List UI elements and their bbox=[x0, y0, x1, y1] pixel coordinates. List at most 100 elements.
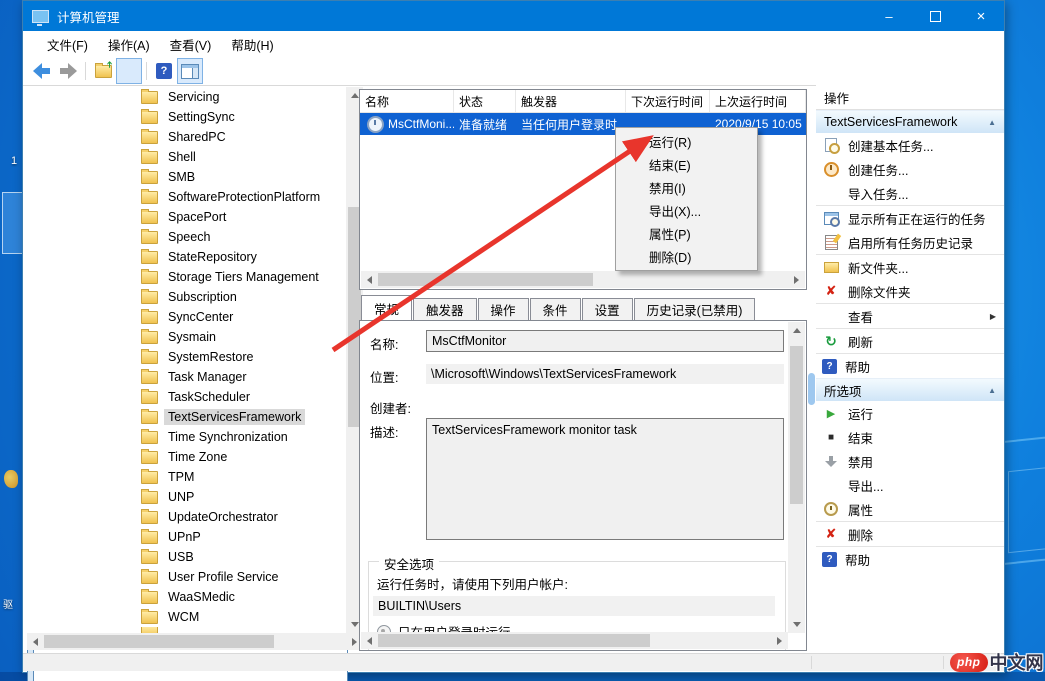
column-header[interactable]: 上次运行时间 bbox=[710, 90, 806, 112]
titlebar[interactable]: 计算机管理 – × bbox=[23, 1, 1004, 31]
tree-item[interactable]: TPM bbox=[27, 467, 346, 487]
column-header[interactable]: 触发器 bbox=[516, 90, 626, 112]
context-menu-item[interactable]: 禁用(I) bbox=[616, 176, 757, 199]
tree-item[interactable]: UpdateOrchestrator bbox=[27, 507, 346, 527]
description-field[interactable]: TextServicesFramework monitor task bbox=[426, 418, 784, 540]
tree-item[interactable]: User Profile Service bbox=[27, 567, 346, 587]
column-header[interactable]: 名称 bbox=[360, 90, 454, 112]
context-menu-item[interactable]: 运行(R) bbox=[616, 130, 757, 153]
properties-icon bbox=[822, 501, 840, 517]
action-item[interactable]: 创建基本任务... bbox=[816, 133, 1004, 157]
tree-item[interactable]: SyncCenter bbox=[27, 307, 346, 327]
context-menu-item[interactable]: 导出(X)... bbox=[616, 199, 757, 222]
collapse-arrow-icon[interactable]: ▲ bbox=[988, 118, 996, 127]
help-icon[interactable]: ? bbox=[151, 58, 177, 84]
folder-icon bbox=[141, 551, 158, 564]
show-console-tree-icon[interactable] bbox=[116, 58, 142, 84]
tree-item-label: WCM bbox=[164, 609, 203, 625]
task-list-horizontal-scrollbar[interactable] bbox=[361, 271, 805, 288]
tree-item[interactable]: WaaSMedic bbox=[27, 587, 346, 607]
action-item[interactable]: 新文件夹... bbox=[816, 254, 1004, 279]
tree-item[interactable]: Speech bbox=[27, 227, 346, 247]
menu-item[interactable]: 帮助(H) bbox=[221, 31, 283, 58]
forward-icon[interactable] bbox=[55, 58, 81, 84]
tree-item[interactable]: USB bbox=[27, 547, 346, 567]
new-folder-icon bbox=[822, 259, 840, 275]
menu-item[interactable]: 操作(A) bbox=[98, 31, 160, 58]
details-horizontal-scrollbar[interactable] bbox=[361, 632, 788, 649]
column-header[interactable]: 下次运行时间 bbox=[626, 90, 710, 112]
tab[interactable]: 常规 bbox=[361, 295, 412, 320]
action-item[interactable]: 帮助 bbox=[816, 546, 1004, 571]
actions-section-header[interactable]: TextServicesFramework ▲ bbox=[816, 110, 1004, 133]
details-vertical-scrollbar[interactable] bbox=[788, 322, 805, 633]
tree-item[interactable]: Servicing bbox=[27, 87, 346, 107]
pane-splitter-handle[interactable] bbox=[808, 373, 815, 405]
location-field[interactable]: \Microsoft\Windows\TextServicesFramework bbox=[426, 364, 784, 384]
close-button[interactable]: × bbox=[958, 1, 1004, 31]
tree-item[interactable]: StateRepository bbox=[27, 247, 346, 267]
action-item[interactable]: 导出... bbox=[816, 473, 1004, 497]
context-menu-item[interactable]: 删除(D) bbox=[616, 245, 757, 268]
tree-item[interactable]: SharedPC bbox=[27, 127, 346, 147]
maximize-button[interactable] bbox=[912, 1, 958, 31]
export-list-icon[interactable] bbox=[90, 58, 116, 84]
action-item[interactable]: 删除 bbox=[816, 521, 1004, 546]
tab[interactable]: 设置 bbox=[582, 298, 633, 320]
tree-item-label: Time Zone bbox=[164, 449, 231, 465]
tree-item[interactable]: WCM bbox=[27, 607, 346, 627]
action-item[interactable]: 运行 bbox=[816, 401, 1004, 425]
tree-item[interactable]: SettingSync bbox=[27, 107, 346, 127]
tree-item-label: UpdateOrchestrator bbox=[164, 509, 282, 525]
column-header[interactable]: 状态 bbox=[454, 90, 516, 112]
tree-item[interactable]: Subscription bbox=[27, 287, 346, 307]
tree-item[interactable]: SystemRestore bbox=[27, 347, 346, 367]
menu-item[interactable]: 查看(V) bbox=[160, 31, 222, 58]
folder-icon bbox=[141, 111, 158, 124]
tree-item[interactable]: Storage Tiers Management bbox=[27, 267, 346, 287]
toolbar-separator bbox=[85, 62, 86, 80]
collapse-arrow-icon[interactable]: ▲ bbox=[988, 386, 996, 395]
minimize-button[interactable]: – bbox=[866, 1, 912, 31]
tree-item[interactable]: Task Manager bbox=[27, 367, 346, 387]
tab[interactable]: 历史记录(已禁用) bbox=[634, 298, 756, 320]
action-item[interactable]: 删除文件夹 bbox=[816, 279, 1004, 303]
back-icon[interactable] bbox=[29, 58, 55, 84]
action-item[interactable]: 禁用 bbox=[816, 449, 1004, 473]
action-item[interactable]: 结束 bbox=[816, 425, 1004, 449]
context-menu-item[interactable]: 属性(P) bbox=[616, 222, 757, 245]
tree-item[interactable]: TaskScheduler bbox=[27, 387, 346, 407]
tab[interactable]: 条件 bbox=[530, 298, 581, 320]
tree-item[interactable]: Shell bbox=[27, 147, 346, 167]
action-item[interactable]: 刷新 bbox=[816, 328, 1004, 353]
action-item[interactable]: 导入任务... bbox=[816, 181, 1004, 205]
tree-item[interactable]: Time Zone bbox=[27, 447, 346, 467]
general-tab-content: 名称: MsCtfMonitor 位置: \Microsoft\Windows\… bbox=[359, 320, 807, 651]
task-details-pane: 常规触发器操作条件设置历史记录(已禁用) 名称: MsCtfMonitor 位置… bbox=[359, 296, 807, 652]
tree-item[interactable]: TextServicesFramework bbox=[27, 407, 346, 427]
action-item[interactable]: 帮助 bbox=[816, 353, 1004, 378]
show-action-pane-icon[interactable] bbox=[177, 58, 203, 84]
tree-item[interactable]: Time Synchronization bbox=[27, 427, 346, 447]
tab[interactable]: 操作 bbox=[478, 298, 529, 320]
tree-item[interactable]: UNP bbox=[27, 487, 346, 507]
actions-section-header[interactable]: 所选项 ▲ bbox=[816, 378, 1004, 401]
tree-item[interactable]: Sysmain bbox=[27, 327, 346, 347]
tree-item[interactable]: SoftwareProtectionPlatform bbox=[27, 187, 346, 207]
account-value[interactable]: BUILTIN\Users bbox=[373, 596, 775, 616]
name-field[interactable]: MsCtfMonitor bbox=[426, 330, 784, 352]
tree-item[interactable]: UPnP bbox=[27, 527, 346, 547]
tab[interactable]: 触发器 bbox=[413, 298, 477, 320]
action-item[interactable]: 属性 bbox=[816, 497, 1004, 521]
action-item[interactable]: 查看 bbox=[816, 303, 1004, 328]
tree-horizontal-scrollbar[interactable] bbox=[27, 633, 363, 650]
author-field[interactable] bbox=[426, 396, 784, 414]
tree-item[interactable]: SMB bbox=[27, 167, 346, 187]
menu-item[interactable]: 文件(F) bbox=[37, 31, 98, 58]
context-menu-item[interactable]: 结束(E) bbox=[616, 153, 757, 176]
tree-item[interactable]: SpacePort bbox=[27, 207, 346, 227]
action-item[interactable]: 显示所有正在运行的任务 bbox=[816, 205, 1004, 230]
action-item[interactable]: 创建任务... bbox=[816, 157, 1004, 181]
maximize-icon bbox=[930, 11, 941, 22]
action-item[interactable]: 启用所有任务历史记录 bbox=[816, 230, 1004, 254]
